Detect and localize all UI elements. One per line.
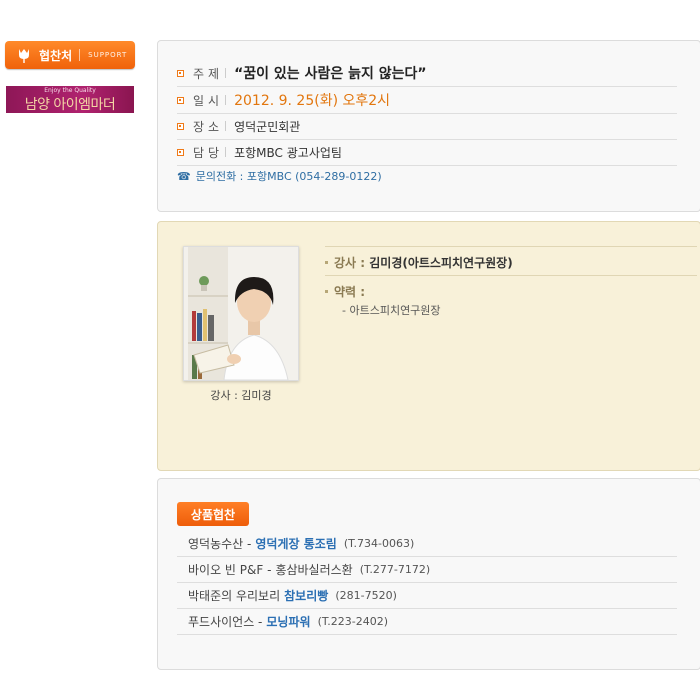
bullet-icon — [177, 122, 184, 130]
product-name-link[interactable]: 모닝파워 — [266, 613, 310, 630]
lecturer-caption: 강사 : 김미경 — [210, 389, 272, 402]
event-row-manager: 담당 포항MBC 광고사업팀 — [177, 139, 677, 166]
career-label-wrap: 약력 : — [334, 283, 365, 300]
divider — [225, 121, 227, 131]
contact-text: 문의전화 : 포항MBC (054-289-0122) — [195, 170, 382, 183]
product-row: 영덕농수산 - 영덕게장 통조림 (T.734-0063) — [177, 531, 677, 557]
career-label: 약력 : — [334, 285, 366, 299]
product-phone: (T.277-7172) — [359, 563, 431, 576]
divider — [79, 49, 81, 61]
product-phone: (281-7520) — [335, 589, 397, 602]
row-label: 담당 — [193, 145, 224, 160]
support-label: 협찬처 — [39, 48, 73, 63]
sponsor-logo-namyang[interactable]: Enjoy the Quality 남양 아이엠마더 — [6, 86, 134, 113]
event-row-topic: 주제 “꿈이 있는 사람은 늙지 않는다” — [177, 60, 677, 87]
product-company: 푸드사이언스 - — [188, 615, 263, 629]
contact-line: ☎ 문의전화 : 포항MBC (054-289-0122) — [177, 168, 382, 184]
row-label: 일시 — [193, 93, 224, 108]
event-row-venue: 장소 영덕군민회관 — [177, 113, 677, 140]
product-row: 푸드사이언스 - 모닝파워 (T.223-2402) — [177, 609, 677, 635]
bullet-icon — [325, 290, 328, 293]
product-company: 영덕농수산 - — [188, 537, 252, 551]
divider — [225, 95, 227, 105]
lecturer-name: 강사 : 김미경(아트스피치연구원장) — [334, 254, 513, 271]
bullet-icon — [177, 69, 184, 77]
support-button[interactable]: 협찬처 SUPPORT — [5, 41, 135, 69]
divider — [225, 68, 227, 78]
product-phone: (T.734-0063) — [343, 537, 415, 550]
product-name: 홍삼바실러스환 — [275, 563, 353, 577]
divider — [325, 246, 697, 247]
product-company: 바이오 빈 P&F - — [188, 563, 272, 577]
row-label: 주제 — [193, 66, 224, 81]
lecturer-name-key: 강사 : — [334, 256, 366, 270]
event-venue: 영덕군민회관 — [234, 119, 301, 134]
lecturer-photo — [183, 246, 299, 381]
career-item: - 아트스피치연구원장 — [342, 304, 441, 317]
phone-icon: ☎ — [177, 169, 191, 183]
row-label: 장소 — [193, 119, 224, 134]
sponsor-name: 남양 아이엠마더 — [24, 97, 116, 113]
product-row: 박태준의 우리보리 참보리빵 (281-7520) — [177, 583, 677, 609]
products-badge: 상품협찬 — [177, 502, 249, 526]
product-name-link[interactable]: 영덕게장 통조림 — [255, 535, 336, 552]
tulip-icon — [19, 49, 29, 63]
sponsor-tagline: Enjoy the Quality — [44, 87, 96, 94]
product-phone: (T.223-2402) — [317, 615, 389, 628]
product-company: 박태준의 우리보리 — [188, 589, 281, 603]
lecturer-portrait-image — [184, 247, 298, 380]
divider — [325, 275, 697, 276]
event-manager: 포항MBC 광고사업팀 — [234, 145, 342, 160]
bullet-icon — [177, 96, 184, 104]
event-row-date: 일시 2012. 9. 25(화) 오후2시 — [177, 87, 677, 114]
product-row: 바이오 빈 P&F - 홍삼바실러스환 (T.277-7172) — [177, 557, 677, 583]
bullet-icon — [177, 148, 184, 156]
event-date: 2012. 9. 25(화) 오후2시 — [234, 93, 391, 109]
career-row: 약력 : — [325, 283, 365, 300]
product-name-link[interactable]: 참보리빵 — [284, 587, 328, 604]
lecturer-name-row: 강사 : 김미경(아트스피치연구원장) — [325, 254, 513, 271]
lecturer-name-value: 김미경(아트스피치연구원장) — [369, 256, 513, 270]
divider — [225, 147, 227, 157]
support-sub-label: SUPPORT — [88, 51, 128, 59]
bullet-icon — [325, 261, 328, 264]
event-topic: “꿈이 있는 사람은 늙지 않는다” — [234, 66, 427, 82]
